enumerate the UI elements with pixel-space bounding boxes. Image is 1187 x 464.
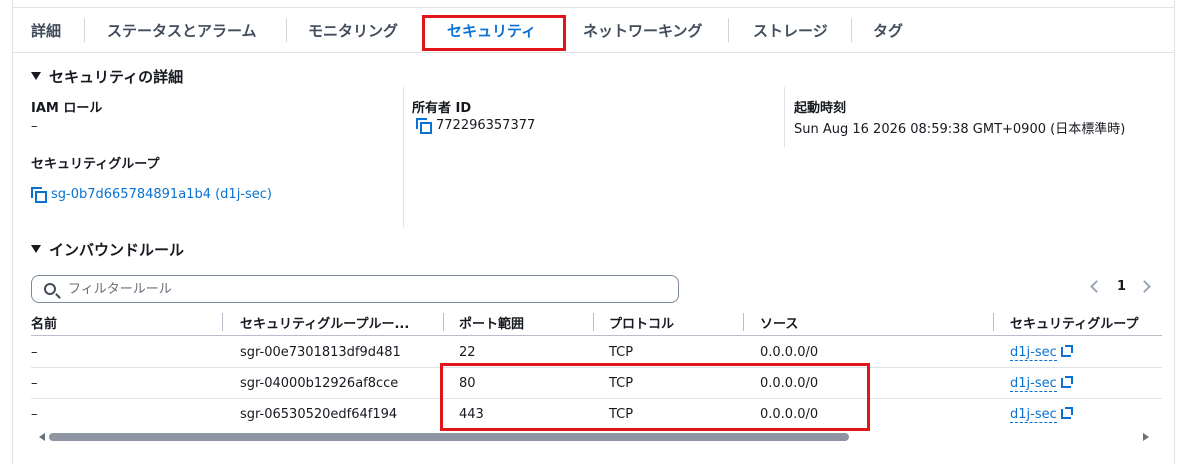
security-details-header[interactable]: セキュリティの詳細	[31, 66, 183, 87]
filter-box	[31, 275, 679, 303]
cell-security-group: d1j-sec	[1010, 407, 1073, 423]
column-resizer[interactable]	[443, 313, 444, 331]
column-header-name[interactable]: 名前	[31, 313, 211, 332]
cell-name: –	[31, 376, 38, 391]
scrollbar-thumb[interactable]	[49, 433, 849, 441]
tab-networking[interactable]: ネットワーキング	[583, 20, 703, 41]
cell-protocol: TCP	[609, 345, 634, 360]
tab-storage[interactable]: ストレージ	[753, 20, 828, 41]
inbound-rules-title: インバウンドルール	[49, 241, 185, 259]
launch-time-label: 起動時刻	[794, 101, 847, 116]
cell-rule-id: sgr-06530520edf64f194	[240, 407, 398, 422]
cell-name: –	[31, 345, 38, 360]
inbound-rules-header[interactable]: インバウンドルール	[31, 239, 184, 260]
security-group-link[interactable]: d1j-sec	[1010, 345, 1057, 361]
column-header-port-range[interactable]: ポート範囲	[459, 313, 589, 332]
filter-rules-input[interactable]	[68, 280, 668, 298]
tab-monitoring[interactable]: モニタリング	[308, 20, 398, 41]
security-group-link[interactable]: d1j-sec	[1010, 376, 1057, 392]
tab-status-alarms[interactable]: ステータスとアラーム	[107, 20, 257, 41]
column-divider	[784, 87, 785, 147]
tab-divider	[286, 18, 287, 42]
tab-divider	[728, 18, 729, 42]
scroll-right-arrow-icon[interactable]	[1143, 433, 1149, 441]
caret-down-icon	[31, 245, 41, 253]
rules-highlight-box	[440, 363, 870, 431]
owner-id-label: 所有者 ID	[412, 101, 472, 116]
owner-id-text: 772296357377	[436, 118, 536, 133]
launch-time-value: Sun Aug 16 2026 08:59:38 GMT+0900 (日本標準時…	[794, 122, 1126, 137]
cell-port-range: 22	[459, 345, 476, 360]
security-group-item: sg-0b7d665784891a1b4 (d1j-sec)	[31, 187, 272, 203]
security-panel: セキュリティの詳細 IAM ロール – セキュリティグループ sg-0b7d66…	[12, 53, 1175, 464]
external-link-icon[interactable]	[1060, 376, 1073, 388]
table-header-divider	[31, 335, 1162, 336]
cell-rule-id: sgr-04000b12926af8cce	[240, 376, 399, 391]
cell-security-group: d1j-sec	[1010, 345, 1073, 361]
tab-tags[interactable]: タグ	[873, 20, 903, 41]
column-header-protocol[interactable]: プロトコル	[609, 313, 739, 332]
security-group-link[interactable]: d1j-sec	[1010, 407, 1057, 423]
external-link-icon[interactable]	[1060, 345, 1073, 357]
security-details-title: セキュリティの詳細	[49, 68, 184, 86]
column-resizer[interactable]	[743, 313, 744, 331]
copy-icon[interactable]	[416, 118, 432, 134]
column-header-security-group[interactable]: セキュリティグループ	[1010, 313, 1160, 332]
iam-role-label: IAM ロール	[31, 101, 103, 116]
tab-divider	[851, 18, 852, 42]
pagination-prev-icon[interactable]	[1090, 280, 1103, 293]
pagination-current-page[interactable]: 1	[1117, 279, 1126, 294]
column-resizer[interactable]	[593, 313, 594, 331]
security-group-link[interactable]: sg-0b7d665784891a1b4 (d1j-sec)	[51, 187, 272, 202]
column-header-rule-id[interactable]: セキュリティグループルー...	[240, 313, 425, 332]
cell-security-group: d1j-sec	[1010, 376, 1073, 392]
tab-bar: 詳細 ステータスとアラーム モニタリング セキュリティ ネットワーキング ストレ…	[12, 8, 1175, 53]
security-groups-label: セキュリティグループ	[31, 157, 160, 172]
column-resizer[interactable]	[993, 313, 994, 331]
search-icon	[44, 283, 56, 295]
tab-divider	[84, 18, 85, 42]
column-resizer[interactable]	[222, 313, 223, 331]
pagination-next-icon[interactable]	[1138, 280, 1151, 293]
tab-details[interactable]: 詳細	[31, 20, 61, 41]
column-divider	[403, 87, 404, 227]
tab-highlight-box	[422, 15, 566, 51]
top-container-edge	[12, 0, 1175, 8]
cell-name: –	[31, 407, 38, 422]
owner-id-value: 772296357377	[416, 118, 536, 134]
caret-down-icon	[31, 72, 41, 80]
external-link-icon[interactable]	[1060, 407, 1073, 419]
copy-icon[interactable]	[31, 187, 47, 203]
horizontal-scrollbar[interactable]	[39, 433, 1149, 441]
cell-rule-id: sgr-00e7301813df9d481	[240, 345, 401, 360]
cell-source: 0.0.0.0/0	[760, 345, 819, 360]
scroll-left-arrow-icon[interactable]	[39, 433, 45, 441]
iam-role-value: –	[31, 119, 38, 134]
column-header-source[interactable]: ソース	[760, 313, 980, 332]
